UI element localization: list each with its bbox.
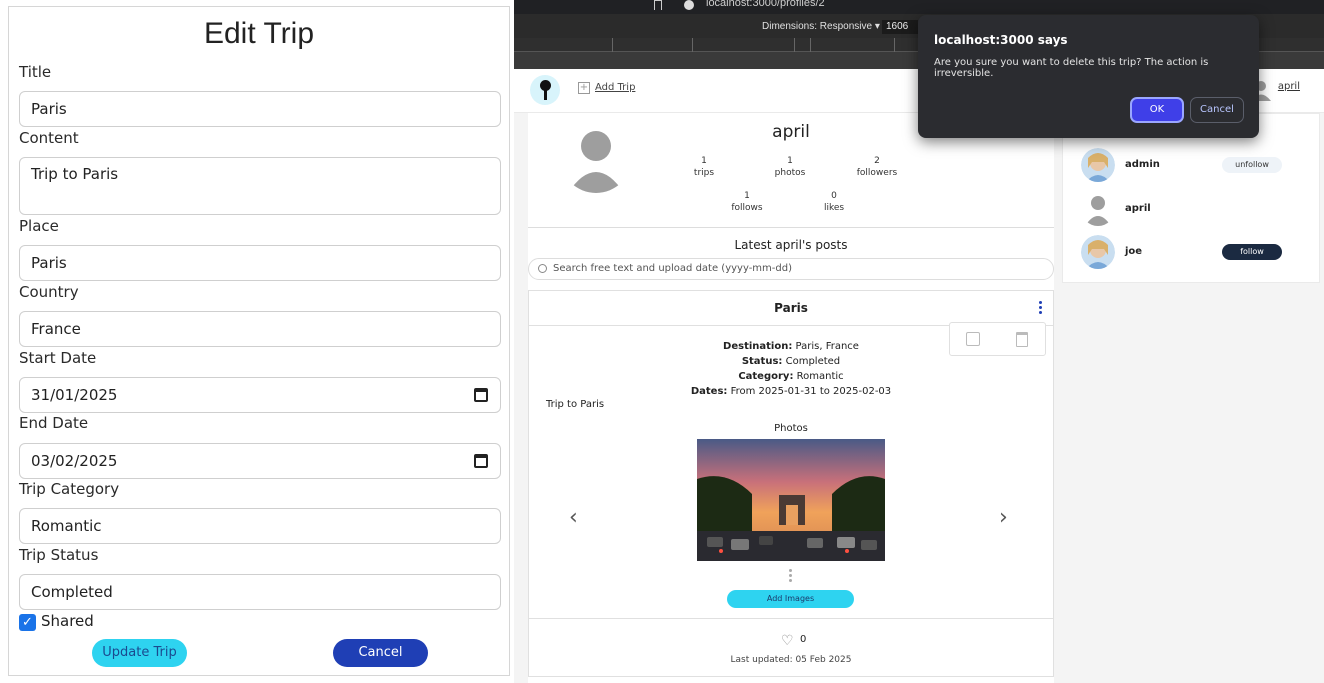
search-input[interactable]: Search free text and upload date (yyyy-m… (528, 258, 1054, 280)
divider (528, 227, 1054, 228)
dialog-title: localhost:3000 says (934, 33, 1068, 47)
users-sidebar: admin unfollow april joe follow (1062, 113, 1320, 283)
divider (529, 618, 1053, 619)
chevron-left-icon[interactable]: ‹ (569, 505, 578, 530)
post-details: Destination: Paris, France Status: Compl… (690, 341, 892, 397)
start-date-value: 31/01/2025 (31, 386, 118, 404)
post-title: Paris (774, 301, 808, 315)
category-input[interactable]: Romantic (19, 508, 501, 544)
status-label: Trip Status (19, 546, 99, 564)
add-trip-label: Add Trip (595, 82, 636, 93)
like-count: 0 (800, 634, 807, 645)
site-info-icon[interactable] (684, 0, 694, 10)
post-card: Paris Destination: Paris, France Status:… (528, 290, 1054, 677)
more-options-icon[interactable] (1039, 301, 1043, 315)
calendar-icon[interactable] (474, 388, 488, 402)
place-input[interactable]: Paris (19, 245, 501, 281)
dialog-message: Are you sure you want to delete this tri… (934, 57, 1209, 79)
heart-icon[interactable]: ♡ (781, 633, 794, 649)
last-updated: Last updated: 05 Feb 2025 (730, 655, 852, 665)
cancel-button[interactable]: Cancel (333, 639, 428, 667)
dialog-cancel-button[interactable]: Cancel (1190, 97, 1244, 123)
unfollow-button[interactable]: unfollow (1222, 157, 1282, 173)
user-row: april (1081, 192, 1311, 226)
chevron-right-icon[interactable]: › (999, 505, 1008, 530)
country-input[interactable]: France (19, 311, 501, 347)
stat-photos: 1 photos (774, 156, 806, 178)
user-name[interactable]: joe (1125, 246, 1142, 257)
user-row: admin unfollow (1081, 148, 1311, 182)
url-text[interactable]: localhost:3000/profiles/2 (706, 0, 825, 9)
photos-label: Photos (774, 423, 808, 434)
search-placeholder: Search free text and upload date (yyyy-m… (553, 263, 792, 274)
user-row: joe follow (1081, 235, 1311, 269)
address-bar: localhost:3000/profiles/2 (514, 0, 1324, 14)
plus-icon: + (578, 82, 590, 94)
confirm-dialog: localhost:3000 says Are you sure you wan… (918, 15, 1259, 138)
photo-options-icon[interactable] (789, 569, 792, 584)
shared-label: Shared (41, 612, 94, 630)
post-content: Trip to Paris (546, 399, 605, 410)
follow-button[interactable]: follow (1222, 244, 1282, 260)
category-label: Trip Category (19, 480, 120, 498)
width-input[interactable]: 1606 (882, 20, 918, 34)
search-icon (538, 264, 547, 273)
bookmark-icon[interactable] (654, 0, 662, 10)
stat-trips: 1 trips (693, 156, 715, 178)
start-date-label: Start Date (19, 349, 97, 367)
country-label: Country (19, 283, 79, 301)
avatar[interactable] (1081, 235, 1115, 269)
edit-trip-panel: Edit Trip Title Paris Content Trip to Pa… (8, 6, 510, 676)
stat-likes: 0 likes (823, 191, 845, 213)
update-trip-button[interactable]: Update Trip (92, 639, 187, 667)
title-input[interactable]: Paris (19, 91, 501, 127)
latest-posts-title: Latest april's posts (734, 238, 848, 252)
page-title: Edit Trip (203, 17, 315, 50)
logo-pin-icon[interactable] (530, 75, 560, 105)
add-trip-link[interactable]: + Add Trip (578, 82, 635, 94)
place-label: Place (19, 217, 59, 235)
status-input[interactable]: Completed (19, 574, 501, 610)
post-header: Paris (529, 291, 1053, 326)
stat-follows[interactable]: 1 follows (717, 190, 777, 214)
user-name[interactable]: april (1125, 203, 1151, 214)
screen: Edit Trip Title Paris Content Trip to Pa… (0, 0, 1324, 683)
avatar[interactable] (1081, 148, 1115, 182)
profile-main: april 1 trips 1 photos 2 followers 1 follows… (528, 113, 1054, 683)
calendar-icon[interactable] (474, 454, 488, 468)
end-date-value: 03/02/2025 (31, 452, 118, 470)
end-date-label: End Date (19, 414, 89, 432)
content-textarea[interactable]: Trip to Paris (19, 157, 501, 215)
user-name[interactable]: admin (1125, 159, 1160, 170)
trip-photo[interactable] (697, 439, 885, 561)
avatar[interactable] (1081, 192, 1115, 226)
stat-followers[interactable]: 2 followers (847, 155, 907, 179)
end-date-input[interactable]: 03/02/2025 (19, 443, 501, 479)
start-date-input[interactable]: 31/01/2025 (19, 377, 501, 413)
ok-button[interactable]: OK (1130, 97, 1184, 123)
add-images-button[interactable]: Add Images (727, 590, 854, 608)
nav-user-link[interactable]: april (1278, 81, 1300, 92)
content-label: Content (19, 129, 79, 147)
title-label: Title (19, 63, 52, 81)
dimensions-dropdown[interactable]: Dimensions: Responsive ▾ (762, 21, 880, 32)
shared-checkbox[interactable]: ✓ (19, 614, 36, 631)
